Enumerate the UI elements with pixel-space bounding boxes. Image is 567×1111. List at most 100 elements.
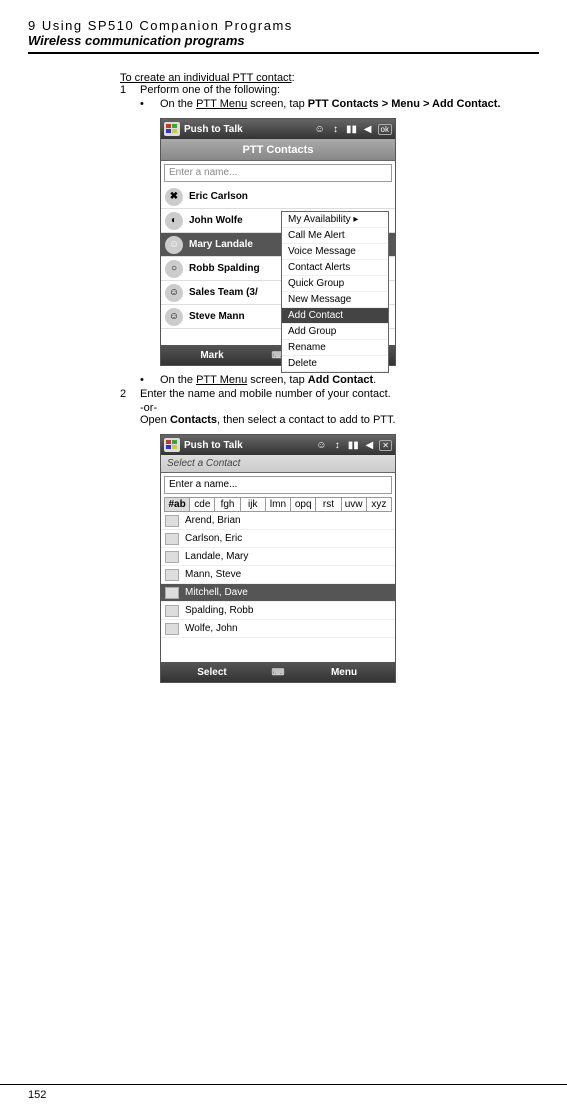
- speaker-icon: ◀: [362, 440, 376, 451]
- tab[interactable]: xyz: [367, 498, 391, 511]
- screenshot-2: Push to Talk ☺ ↕ ▮▮ ◀ ✕ Select a Contact…: [160, 434, 519, 683]
- close-button[interactable]: ✕: [379, 440, 392, 451]
- list-item-label: Landale, Mary: [185, 551, 248, 562]
- screen-heading: PTT Contacts: [161, 139, 395, 161]
- list-item-selected[interactable]: Mitchell, Dave: [161, 584, 395, 602]
- contact-card-icon: [165, 605, 179, 617]
- intro-line: To create an individual PTT contact:: [120, 72, 519, 84]
- list-item-label: Arend, Brian: [185, 515, 241, 526]
- list-item[interactable]: Arend, Brian: [161, 512, 395, 530]
- page-footer: 152: [0, 1084, 567, 1101]
- list-item-label: Spalding, Robb: [185, 605, 253, 616]
- step-2: 2 Enter the name and mobile number of yo…: [120, 388, 519, 400]
- header-section: Wireless communication programs: [28, 33, 539, 48]
- phone-frame: Push to Talk ☺ ↕ ▮▮ ◀ ok PTT Contacts En…: [160, 118, 396, 366]
- window-title: Push to Talk: [184, 124, 312, 135]
- menu-item[interactable]: Delete: [282, 356, 388, 372]
- bullet-1b: • On the PTT Menu screen, tap Add Contac…: [140, 374, 519, 386]
- tab[interactable]: opq: [291, 498, 316, 511]
- intro-link: To create an individual PTT contact: [120, 72, 292, 84]
- windows-flag-icon: [164, 122, 180, 136]
- or-text: -or-: [140, 402, 519, 414]
- window-title: Push to Talk: [184, 440, 313, 451]
- tab[interactable]: uvw: [342, 498, 367, 511]
- smiley-status-icon: ☺: [313, 124, 327, 135]
- menu-item[interactable]: Quick Group: [282, 276, 388, 292]
- tab[interactable]: cde: [190, 498, 215, 511]
- page-number: 152: [28, 1089, 46, 1101]
- list-item[interactable]: Wolfe, John: [161, 620, 395, 638]
- contact-card-icon: [165, 515, 179, 527]
- contact-list: Arend, Brian Carlson, Eric Landale, Mary…: [161, 512, 395, 662]
- smiley-status-icon: ☺: [314, 440, 328, 451]
- contact-card-icon: [165, 587, 179, 599]
- menu-item[interactable]: Rename: [282, 340, 388, 356]
- ptt-menu-link: PTT Menu: [196, 98, 247, 110]
- tab[interactable]: rst: [316, 498, 341, 511]
- contact-list: ✖Eric Carlson ◐John Wolfe ☺Mary Landale …: [161, 185, 395, 345]
- menu-item[interactable]: My Availability ▸: [282, 212, 388, 228]
- windows-flag-icon: [164, 438, 180, 452]
- menu-item[interactable]: Contact Alerts: [282, 260, 388, 276]
- soft-key-left[interactable]: Mark: [161, 350, 263, 361]
- title-bar: Push to Talk ☺ ↕ ▮▮ ◀ ✕: [161, 435, 395, 455]
- status-x-icon: ✖: [165, 188, 183, 206]
- bullet-text: On the PTT Menu screen, tap PTT Contacts…: [160, 98, 501, 110]
- keyboard-icon[interactable]: ⌨: [263, 667, 293, 678]
- tab[interactable]: #ab: [165, 498, 190, 511]
- context-menu: My Availability ▸ Call Me Alert Voice Me…: [281, 211, 389, 373]
- soft-key-bar: Select ⌨ Menu: [161, 662, 395, 682]
- sync-icon: ↕: [329, 124, 343, 135]
- status-smiley-icon: ☺: [165, 308, 183, 326]
- signal-icon: ▮▮: [345, 124, 359, 135]
- list-item[interactable]: Landale, Mary: [161, 548, 395, 566]
- menu-item[interactable]: Voice Message: [282, 244, 388, 260]
- list-item[interactable]: Mann, Steve: [161, 566, 395, 584]
- menu-item[interactable]: Add Group: [282, 324, 388, 340]
- ok-button[interactable]: ok: [378, 124, 392, 135]
- step-text: Enter the name and mobile number of your…: [140, 388, 391, 400]
- page-header: 9 Using SP510 Companion Programs Wireles…: [28, 18, 539, 54]
- alpha-tabs: #ab cde fgh ijk lmn opq rst uvw xyz: [164, 497, 392, 512]
- content-body: To create an individual PTT contact: 1 P…: [120, 72, 519, 683]
- tab[interactable]: fgh: [215, 498, 240, 511]
- status-half-icon: ◐: [165, 212, 183, 230]
- speaker-icon: ◀: [361, 124, 375, 135]
- list-item[interactable]: ✖ Eric Carlson: [161, 185, 395, 209]
- menu-item[interactable]: Call Me Alert: [282, 228, 388, 244]
- list-item-label: Mitchell, Dave: [185, 587, 248, 598]
- list-item-label: Sales Team (3/: [189, 287, 258, 298]
- menu-item[interactable]: New Message: [282, 292, 388, 308]
- soft-key-right[interactable]: Menu: [293, 667, 395, 678]
- tab[interactable]: lmn: [266, 498, 291, 511]
- ptt-menu-link: PTT Menu: [196, 374, 247, 386]
- search-input[interactable]: Enter a name...: [164, 476, 392, 494]
- status-smiley-icon: ☺: [165, 236, 183, 254]
- status-smiley-icon: ☺: [165, 284, 183, 302]
- sync-icon: ↕: [330, 440, 344, 451]
- list-item[interactable]: Spalding, Robb: [161, 602, 395, 620]
- step-2b: Open Contacts, then select a contact to …: [140, 414, 519, 426]
- bold-path: PTT Contacts > Menu > Add Contact.: [308, 98, 501, 110]
- menu-item-selected[interactable]: Add Contact: [282, 308, 388, 324]
- screenshot-1: Push to Talk ☺ ↕ ▮▮ ◀ ok PTT Contacts En…: [160, 118, 519, 366]
- status-circle-icon: ○: [165, 260, 183, 278]
- contact-card-icon: [165, 569, 179, 581]
- contact-card-icon: [165, 623, 179, 635]
- tab[interactable]: ijk: [241, 498, 266, 511]
- contact-card-icon: [165, 533, 179, 545]
- bullet-1a: • On the PTT Menu screen, tap PTT Contac…: [140, 98, 519, 110]
- bold-label: Add Contact: [308, 374, 373, 386]
- list-item-label: Steve Mann: [189, 311, 245, 322]
- step-text: Perform one of the following:: [140, 84, 280, 96]
- list-item-label: Carlson, Eric: [185, 533, 242, 544]
- list-item-label: Eric Carlson: [189, 191, 248, 202]
- list-item[interactable]: Carlson, Eric: [161, 530, 395, 548]
- title-bar: Push to Talk ☺ ↕ ▮▮ ◀ ok: [161, 119, 395, 139]
- search-input[interactable]: Enter a name...: [164, 164, 392, 182]
- bullet-dot-icon: •: [140, 374, 160, 386]
- soft-key-left[interactable]: Select: [161, 667, 263, 678]
- list-item-label: John Wolfe: [189, 215, 243, 226]
- list-item-label: Wolfe, John: [185, 623, 238, 634]
- signal-icon: ▮▮: [346, 440, 360, 451]
